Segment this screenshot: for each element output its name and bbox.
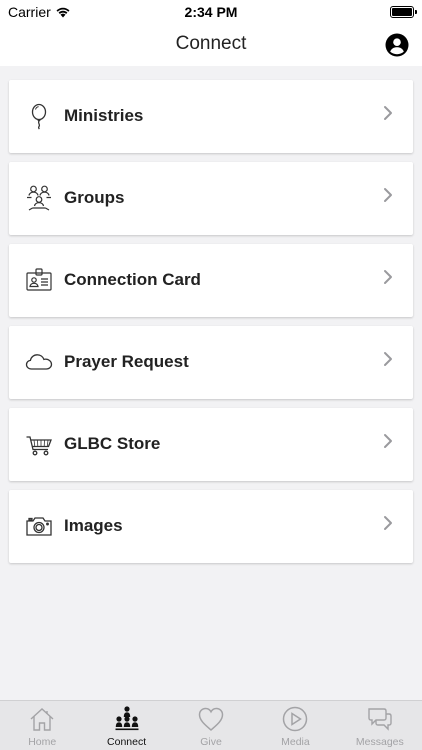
chevron-right-icon [384,434,392,448]
chevron-right-icon [384,270,392,284]
connect-screen: Carrier 2:34 PM Connect Ministries Group… [0,0,422,750]
tab-label: Media [281,736,310,748]
chevron-right-icon [384,516,392,530]
tab-give[interactable]: Give [169,701,253,750]
menu-item-label: Connection Card [64,270,201,289]
person-circle-icon[interactable] [385,33,409,57]
chat-bubbles-icon [368,708,392,731]
chevron-right-icon [384,352,392,366]
battery-icon [390,6,417,18]
cloud-icon [25,354,53,370]
connect-menu-list: Ministries Groups Connection Card Prayer… [9,80,413,572]
tab-media[interactable]: Media [253,701,337,750]
id-card-icon [26,268,52,291]
tab-label: Home [28,736,57,748]
menu-item-prayer-request[interactable]: Prayer Request [9,326,413,399]
menu-item-label: Prayer Request [64,352,189,371]
tab-label: Connect [107,736,147,748]
heart-icon [198,707,224,732]
tab-bar: Home Connect Give Media Messages [0,700,422,750]
menu-item-connection-card[interactable]: Connection Card [9,244,413,317]
play-circle-icon [283,706,308,732]
tab-messages[interactable]: Messages [338,701,422,750]
shopping-cart-icon [26,436,52,456]
tab-home[interactable]: Home [0,701,84,750]
menu-item-label: Groups [64,188,125,207]
balloon-icon [31,103,47,130]
menu-item-label: GLBC Store [64,434,161,453]
menu-item-groups[interactable]: Groups [9,162,413,235]
menu-item-label: Ministries [64,106,144,125]
page-title: Connect [175,33,247,54]
tab-connect[interactable]: Connect [84,701,168,750]
menu-item-ministries[interactable]: Ministries [9,80,413,153]
chevron-right-icon [384,188,392,202]
status-time: 2:34 PM [184,4,238,20]
menu-item-glbc-store[interactable]: GLBC Store [9,408,413,481]
connect-people-icon [115,706,139,731]
camera-icon [26,517,52,536]
home-icon [30,708,54,731]
tab-label: Give [200,736,222,748]
status-bar: Carrier 2:34 PM [0,0,422,24]
chevron-right-icon [384,106,392,120]
people-group-icon [27,185,51,211]
tab-label: Messages [355,736,404,748]
menu-item-images[interactable]: Images [9,490,413,563]
menu-item-label: Images [64,516,123,535]
navigation-bar: Connect [0,24,422,66]
